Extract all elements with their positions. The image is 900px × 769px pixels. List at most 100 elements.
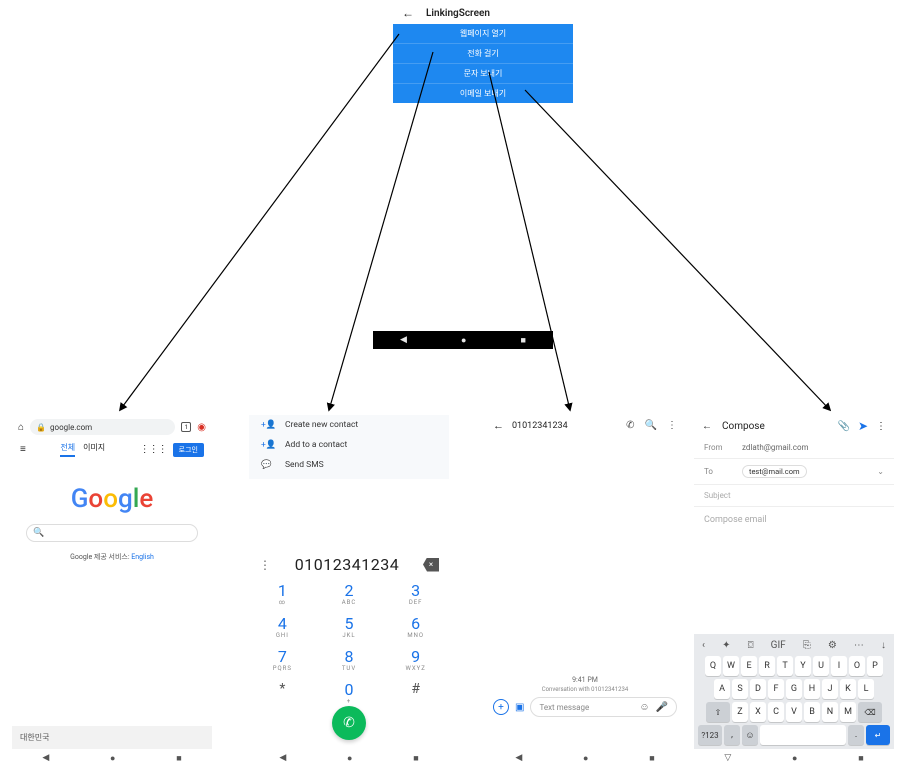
- signin-button[interactable]: 로그인: [173, 443, 204, 457]
- key-E[interactable]: E: [741, 656, 757, 676]
- dialkey-2[interactable]: 2ABC: [316, 576, 383, 609]
- key-C[interactable]: C: [768, 702, 784, 722]
- dialkey-#[interactable]: #: [382, 675, 449, 708]
- tab-images[interactable]: 이미지: [83, 442, 105, 457]
- key-L[interactable]: L: [858, 679, 874, 699]
- kbd-tool[interactable]: ✦: [722, 640, 730, 651]
- tab-all[interactable]: 전체: [60, 442, 75, 457]
- kbd-tool[interactable]: ↓: [881, 640, 886, 651]
- key-Y[interactable]: Y: [795, 656, 811, 676]
- dialkey-5[interactable]: 5JKL: [316, 609, 383, 642]
- key-space[interactable]: [760, 725, 846, 745]
- nav-recent-icon[interactable]: ■: [858, 753, 863, 764]
- key-A[interactable]: A: [714, 679, 730, 699]
- message-input[interactable]: Text message ☺ 🎤: [530, 697, 677, 717]
- kbd-tool[interactable]: ⚙: [828, 640, 837, 651]
- nav-back-icon[interactable]: ◀: [400, 335, 407, 345]
- key-P[interactable]: P: [867, 656, 883, 676]
- from-row[interactable]: From zdlath@gmail.com: [694, 437, 894, 459]
- kbd-tool[interactable]: ⋯: [854, 640, 864, 651]
- key-W[interactable]: W: [723, 656, 739, 676]
- tabs-count-icon[interactable]: 1: [181, 422, 191, 432]
- key-K[interactable]: K: [840, 679, 856, 699]
- nav-home-icon[interactable]: ●: [347, 753, 352, 764]
- key-H[interactable]: H: [804, 679, 820, 699]
- key-G[interactable]: G: [786, 679, 802, 699]
- linking-item-sms[interactable]: 문자 보내기: [393, 64, 573, 84]
- to-chip[interactable]: test@mail.com: [742, 465, 807, 478]
- dialkey-0[interactable]: 0+: [316, 675, 383, 708]
- mic-icon[interactable]: 🎤: [656, 702, 668, 713]
- subject-input[interactable]: Subject: [704, 491, 731, 500]
- kbd-tool[interactable]: ‹: [702, 640, 705, 651]
- dialkey-3[interactable]: 3DEF: [382, 576, 449, 609]
- nav-back-icon[interactable]: ◀: [42, 753, 49, 763]
- dialkey-*[interactable]: *: [249, 675, 316, 708]
- kbd-tool[interactable]: ⌼: [748, 640, 754, 651]
- nav-back-icon[interactable]: ◀: [279, 753, 286, 763]
- key-O[interactable]: O: [849, 656, 865, 676]
- home-icon[interactable]: ⌂: [18, 422, 24, 433]
- key-Z[interactable]: Z: [732, 702, 748, 722]
- back-arrow-icon[interactable]: ←: [702, 421, 712, 432]
- nav-home-icon[interactable]: ●: [583, 753, 588, 764]
- key-period[interactable]: .: [848, 725, 864, 745]
- nav-recent-icon[interactable]: ■: [521, 335, 526, 346]
- nav-home-icon[interactable]: ●: [461, 335, 466, 346]
- key-R[interactable]: R: [759, 656, 775, 676]
- address-bar[interactable]: 🔒 google.com: [30, 419, 175, 435]
- key-M[interactable]: M: [840, 702, 856, 722]
- key-B[interactable]: B: [804, 702, 820, 722]
- call-button[interactable]: ✆: [332, 706, 366, 740]
- body-input[interactable]: Compose email: [694, 507, 894, 533]
- attach-button[interactable]: +: [493, 699, 509, 715]
- search-input[interactable]: 🔍: [26, 524, 198, 542]
- nav-back-icon[interactable]: ◀: [515, 753, 522, 763]
- key-comma[interactable]: ,: [724, 725, 740, 745]
- back-arrow-icon[interactable]: ←: [402, 6, 414, 20]
- nav-home-icon[interactable]: ●: [792, 753, 797, 764]
- nav-recent-icon[interactable]: ■: [176, 753, 181, 764]
- kbd-tool[interactable]: GIF: [771, 640, 786, 651]
- dialkey-1[interactable]: 1∞: [249, 576, 316, 609]
- key-enter[interactable]: ↵: [866, 725, 890, 745]
- emoji-icon[interactable]: ☺: [639, 702, 649, 713]
- key-Q[interactable]: Q: [705, 656, 721, 676]
- key-N[interactable]: N: [822, 702, 838, 722]
- linking-item-email[interactable]: 이메일 보내기: [393, 84, 573, 103]
- attach-icon[interactable]: 📎: [837, 421, 849, 432]
- backspace-icon[interactable]: ×: [423, 558, 439, 572]
- more-icon[interactable]: ⋮: [876, 421, 886, 432]
- dialkey-8[interactable]: 8TUV: [316, 642, 383, 675]
- more-icon[interactable]: ⋮: [667, 420, 677, 431]
- key-symbols[interactable]: ?123: [698, 725, 722, 745]
- offered-lang-link[interactable]: English: [131, 553, 154, 561]
- key-T[interactable]: T: [777, 656, 793, 676]
- key-emoji[interactable]: ☺: [742, 725, 758, 745]
- key-X[interactable]: X: [750, 702, 766, 722]
- key-D[interactable]: D: [750, 679, 766, 699]
- key-F[interactable]: F: [768, 679, 784, 699]
- create-new-contact[interactable]: +👤 Create new contact: [249, 415, 449, 435]
- to-row[interactable]: To test@mail.com ⌄: [694, 459, 894, 485]
- dialkey-9[interactable]: 9WXYZ: [382, 642, 449, 675]
- back-arrow-icon[interactable]: ←: [493, 419, 504, 432]
- key-I[interactable]: I: [831, 656, 847, 676]
- browser-menu-icon[interactable]: ◉: [197, 422, 206, 433]
- hamburger-icon[interactable]: ≡: [20, 444, 26, 455]
- key-S[interactable]: S: [732, 679, 748, 699]
- apps-grid-icon[interactable]: ⋮⋮⋮: [140, 444, 167, 455]
- key-backspace[interactable]: ⌫: [858, 702, 882, 722]
- nav-back-icon[interactable]: ▽: [724, 753, 731, 763]
- send-sms[interactable]: 💬 Send SMS: [249, 455, 449, 475]
- key-U[interactable]: U: [813, 656, 829, 676]
- search-icon[interactable]: 🔍: [645, 420, 657, 431]
- linking-item-webpage[interactable]: 웹페이지 열기: [393, 24, 573, 44]
- nav-recent-icon[interactable]: ■: [413, 753, 418, 764]
- dialkey-6[interactable]: 6MNO: [382, 609, 449, 642]
- nav-home-icon[interactable]: ●: [110, 753, 115, 764]
- key-J[interactable]: J: [822, 679, 838, 699]
- send-icon[interactable]: ➤: [858, 419, 868, 433]
- dialer-more-icon[interactable]: ⋮: [259, 558, 271, 572]
- call-icon[interactable]: ✆: [626, 420, 634, 431]
